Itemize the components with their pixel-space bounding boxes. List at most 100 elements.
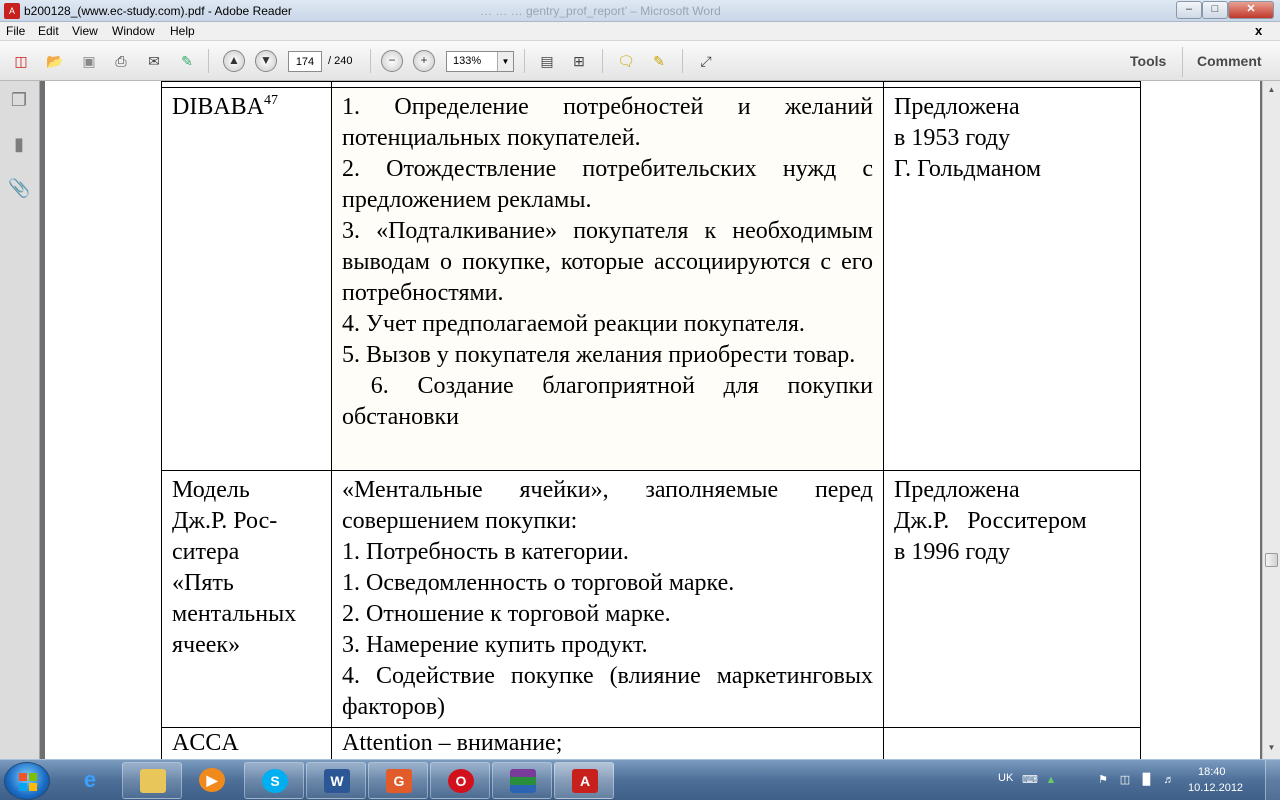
taskbar-explorer[interactable] [122,762,182,799]
menu-view[interactable]: View [72,24,98,38]
volume-icon[interactable]: ♬ [1162,773,1176,787]
description-line: «Ментальные ячейки», заполняемые перед с… [342,477,873,534]
model-name-cell: Модель Дж.Р. Рос- ситера «Пять ментальны… [161,470,332,728]
table-row: DIBABA47 1. Определение потребностей и ж… [161,87,1141,471]
show-desktop-button[interactable] [1265,760,1280,800]
model-name-line: Дж.Р. Рос- [172,508,278,534]
ie-icon: e [83,767,97,792]
fit-page-icon[interactable]: ▤ [536,50,558,72]
create-pdf-icon[interactable]: ◫ [10,50,32,72]
minimize-button[interactable]: – [1176,1,1202,19]
taskbar: e ▶ S W G O A UK ⌨ ▲ ⚑ ◫ ▉ ♬ 18:40 10.12… [0,759,1280,800]
sticky-note-icon[interactable]: 🗨 [615,50,637,72]
fullscreen-icon[interactable]: ⤢ [695,50,717,72]
origin-line: в 1953 году [894,125,1011,151]
scroll-up-arrow-icon[interactable]: ▲ [1265,83,1278,97]
taskbar-skype[interactable]: S [244,762,304,799]
origin-line: Дж.Р. Росситером [894,508,1087,534]
description-cell: 1. Определение потребностей и желаний по… [331,87,884,471]
system-tray: UK ⌨ ▲ ⚑ ◫ ▉ ♬ 18:40 10.12.2012 [990,760,1280,800]
model-name: ACCA [172,730,239,756]
taskbar-opera[interactable]: O [430,762,490,799]
attachment-icon[interactable]: 📎 [8,177,30,199]
taskbar-media-player[interactable]: ▶ [182,762,242,799]
folder-icon [140,769,166,793]
menu-help[interactable]: Help [170,24,195,38]
menu-edit[interactable]: Edit [38,24,59,38]
description-line: 2. Отношение к торговой марке. [342,601,671,627]
toolbar: ◫ 📂 ▣ ⎙ ✉ ✎ ▲ ▼ / 240 − + 133% ▼ ▤ ⊞ 🗨 ✎… [0,41,1280,81]
description-cell: Attention – внимание; [331,727,884,759]
footnote-ref[interactable]: 47 [264,93,278,108]
adobe-reader-icon: A [4,3,20,19]
chevron-down-icon[interactable]: ▼ [497,52,513,71]
taskbar-word[interactable]: W [306,762,366,799]
model-name: DIBABA [172,94,265,120]
title-bar: A b200128_(www.ec-study.com).pdf - Adobe… [0,0,1280,22]
network-icon[interactable]: ▲ [1044,773,1058,787]
taskbar-adobe-reader[interactable]: A [554,762,614,799]
page-total: / 240 [328,55,353,67]
model-name-line: ячеек» [172,632,241,658]
skype-icon: S [262,769,288,793]
email-icon[interactable]: ✉ [143,50,165,72]
flag-icon[interactable]: ⚑ [1096,773,1110,787]
toolbar-separator [682,49,683,73]
foxit-icon: G [386,769,412,793]
description-line: 1. Осведомленность о торговой марке. [342,570,735,596]
description-line: 4. Учет предполагаемой реакции покупател… [342,311,805,337]
close-button[interactable]: ✕ [1228,1,1274,19]
media-player-icon: ▶ [199,768,225,792]
winrar-icon [510,769,536,793]
tools-pane-button[interactable]: Tools [1130,53,1166,69]
origin-cell: Предложена в 1953 году Г. Гольдманом [883,87,1141,471]
highlight-icon[interactable]: ✎ [648,50,670,72]
page-number-input[interactable] [288,51,322,72]
model-name-cell: DIBABA47 [161,87,332,471]
signal-icon[interactable]: ▉ [1140,773,1154,787]
description-line: 5. Вызов у покупателя желания приобрести… [342,342,856,368]
bookmark-icon[interactable]: ▮ [8,133,30,155]
toolbar-separator [602,49,603,73]
language-indicator[interactable]: UK [998,772,1013,784]
comment-pane-button[interactable]: Comment [1197,53,1262,69]
maximize-button[interactable]: □ [1202,1,1228,19]
scroll-down-arrow-icon[interactable]: ▼ [1265,741,1278,755]
zoom-out-button[interactable]: − [381,50,403,72]
document-table: DIBABA47 1. Определение потребностей и ж… [161,81,1141,759]
keyboard-icon[interactable]: ⌨ [1022,773,1038,787]
origin-cell: Предложена Дж.Р. Росситером в 1996 году [883,470,1141,728]
print-icon[interactable]: ⎙ [110,50,132,72]
close-document-button[interactable]: x [1255,23,1262,38]
model-name-line: ментальных [172,601,297,627]
save-icon[interactable]: ▣ [78,50,100,72]
menu-bar: File Edit View Window Help x [0,22,1280,41]
taskbar-ie[interactable]: e [60,762,120,799]
table-row: ACCA Attention – внимание; [161,727,1141,759]
taskbar-foxit[interactable]: G [368,762,428,799]
navigation-pane: ❐ ▮ 📎 [0,81,40,759]
previous-page-button[interactable]: ▲ [223,50,245,72]
clock-time[interactable]: 18:40 [1198,766,1226,778]
power-icon[interactable]: ◫ [1118,773,1132,787]
next-page-button[interactable]: ▼ [255,50,277,72]
clock-date[interactable]: 10.12.2012 [1188,782,1243,794]
model-name-line: «Пять [172,570,234,596]
page-thumbnails-icon[interactable]: ❐ [8,89,30,111]
taskbar-winrar[interactable] [492,762,552,799]
opera-icon: O [448,769,474,793]
origin-cell [883,727,1141,759]
description-line: 3. Намерение купить продукт. [342,632,648,658]
open-icon[interactable]: 📂 [44,50,66,72]
scrollbar-thumb[interactable] [1265,553,1278,567]
origin-line: Г. Гольдманом [894,156,1041,182]
start-button[interactable] [4,762,50,800]
zoom-in-button[interactable]: + [413,50,435,72]
menu-file[interactable]: File [6,24,25,38]
zoom-select[interactable]: 133% ▼ [446,51,514,72]
menu-window[interactable]: Window [112,24,155,38]
fit-width-icon[interactable]: ⊞ [568,50,590,72]
vertical-scrollbar[interactable]: ▲ ▼ [1262,81,1280,759]
table-row: Модель Дж.Р. Рос- ситера «Пять ментальны… [161,470,1141,728]
sign-icon[interactable]: ✎ [176,50,198,72]
